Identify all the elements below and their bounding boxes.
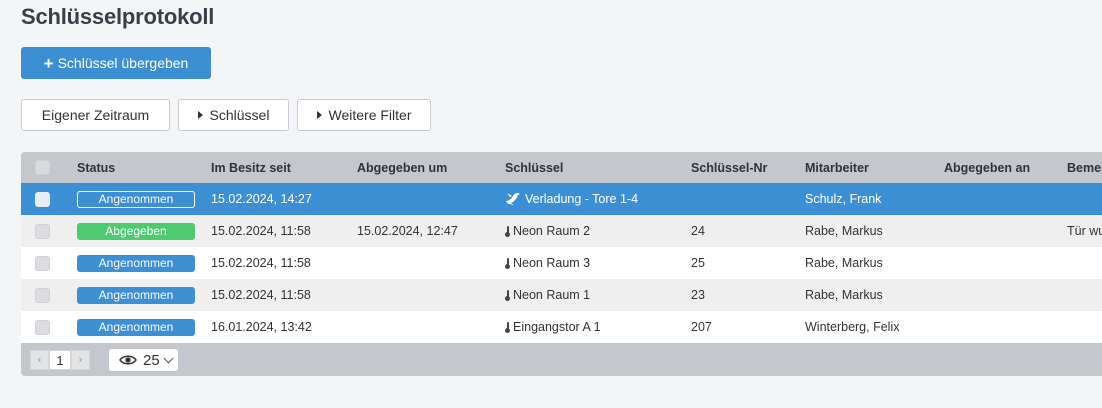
key-name: Verladung - Tore 1-4 [525,192,639,206]
key-name: Neon Raum 1 [513,288,591,302]
column-header-note[interactable]: Bemer [1067,152,1102,183]
custom-range-filter-button[interactable]: Eigener Zeitraum [21,99,170,131]
thermometer-icon [505,225,510,237]
returned-cell: 15.02.2024, 12:47 [357,224,458,238]
thermometer-icon [505,257,510,269]
more-filters-label: Weitere Filter [328,107,412,123]
key-no-cell: 25 [691,256,705,270]
column-header-key-no[interactable]: Schlüssel-Nr [691,152,767,183]
since-cell: 15.02.2024, 11:58 [211,256,311,270]
key-no-cell: 24 [691,224,705,238]
status-badge: Angenommen [77,254,195,272]
table-row[interactable]: Angenommen 15.02.2024, 11:58 Neon Raum 1… [21,279,1102,311]
chevron-down-icon [163,353,174,363]
caret-right-icon [316,111,322,119]
key-name: Neon Raum 3 [513,256,591,270]
per-page-value: 25 [143,351,160,369]
page-title: Schlüsselprotokoll [21,4,215,29]
column-header-key[interactable]: Schlüssel [505,152,563,183]
row-checkbox[interactable] [35,287,50,303]
prev-page-button[interactable]: ‹ [30,350,49,370]
handover-key-label: Schlüssel übergeben [57,55,189,71]
key-no-cell: 207 [691,320,712,334]
key-name: Eingangstor A 1 [513,320,601,334]
status-badge: Angenommen [77,190,195,208]
pagination-bar: ‹ 1 › 25 [21,344,1102,376]
bird-icon [506,193,520,205]
status-badge: Angenommen [77,318,195,336]
current-page[interactable]: 1 [49,350,71,370]
keys-filter-button[interactable]: Schlüssel [178,99,289,131]
since-cell: 16.01.2024, 13:42 [211,320,312,334]
per-page-select[interactable]: 25 [109,349,178,371]
column-header-returned-to[interactable]: Abgegeben an [944,152,1030,183]
column-header-since[interactable]: Im Besitz seit [211,152,291,183]
since-cell: 15.02.2024, 11:58 [211,288,311,302]
caret-right-icon [197,111,203,119]
select-all-checkbox[interactable] [35,160,50,175]
table-row[interactable]: Angenommen 15.02.2024, 11:58 Neon Raum 3… [21,247,1102,279]
employee-cell: Rabe, Markus [805,288,883,302]
column-header-returned[interactable]: Abgegeben um [357,152,447,183]
table-row[interactable]: Angenommen 16.01.2024, 13:42 Eingangstor… [21,311,1102,343]
thermometer-icon [505,289,510,301]
more-filters-button[interactable]: Weitere Filter [297,99,431,131]
custom-range-label: Eigener Zeitraum [41,107,150,123]
table-row[interactable]: Angenommen 15.02.2024, 14:27 Verladung -… [21,183,1102,215]
since-cell: 15.02.2024, 11:58 [211,224,311,238]
thermometer-icon [505,321,510,333]
plus-icon: + [43,53,54,73]
row-checkbox[interactable] [35,223,50,239]
key-log-table: Status Im Besitz seit Abgegeben um Schlü… [21,152,1102,376]
employee-cell: Rabe, Markus [805,256,883,270]
column-header-employee[interactable]: Mitarbeiter [805,152,869,183]
row-checkbox[interactable] [35,255,50,271]
table-row[interactable]: Abgegeben 15.02.2024, 11:58 15.02.2024, … [21,215,1102,247]
key-no-cell: 23 [691,288,705,302]
employee-cell: Rabe, Markus [805,224,883,238]
handover-key-button[interactable]: + Schlüssel übergeben [21,47,211,79]
employee-cell: Winterberg, Felix [805,320,900,334]
status-badge: Abgegeben [77,222,195,240]
eye-icon [119,355,137,365]
column-header-status[interactable]: Status [77,152,115,183]
keys-filter-label: Schlüssel [209,107,270,123]
key-name: Neon Raum 2 [513,224,591,238]
since-cell: 15.02.2024, 14:27 [211,192,312,206]
row-checkbox[interactable] [35,191,50,207]
table-header: Status Im Besitz seit Abgegeben um Schlü… [21,152,1102,183]
employee-cell: Schulz, Frank [805,192,882,206]
next-page-button[interactable]: › [71,350,90,370]
row-checkbox[interactable] [35,319,50,335]
status-badge: Angenommen [77,286,195,304]
note-cell: Tür wu [1067,224,1102,238]
